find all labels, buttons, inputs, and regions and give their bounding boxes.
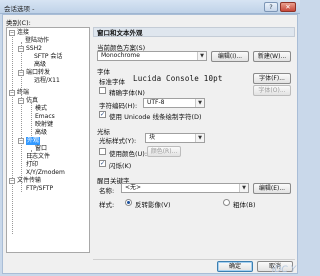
collapse-icon[interactable]: − [9,30,15,36]
keywords-name-value: <无> [125,184,142,191]
tree-item-xyzmodem[interactable]: X/Y/Zmodem [26,169,65,177]
tree-item-port-forwarding[interactable]: 端口转发 [26,69,50,77]
cursor-style-select[interactable]: 块 ▼ [145,133,205,143]
collapse-icon[interactable]: − [18,98,24,104]
encoding-value: UTF-8 [147,99,165,106]
watermark: iDC Y [271,265,296,275]
tree-item-printing[interactable]: 打印 [26,161,38,169]
window-title: 会话选项 - [4,5,35,13]
tree-item-modes[interactable]: 模式 [35,105,47,113]
encoding-label: 字符编码(H): [99,102,138,110]
precise-font-button[interactable]: 字体(O)... [253,85,291,96]
tree-item-log-file[interactable]: 日志文件 [26,153,50,161]
tree-item-ssh2[interactable]: SSH2 [26,45,42,53]
category-label: 类别(C): [6,19,31,27]
precise-font-checkbox[interactable] [99,87,106,94]
title-bar: 会话选项 - ? ✕ [0,0,300,14]
standard-font-label: 标准字体 [99,78,125,86]
category-tree[interactable]: − 连接 登陆动作 − SSH2 SFTP 会话 高级 − 端口转发 远程/X1… [6,27,90,253]
close-button[interactable]: ✕ [280,2,296,12]
use-color-label: 使用颜色(U): [109,150,148,158]
help-button[interactable]: ? [264,2,278,12]
tree-item-appearance[interactable]: 外观 [26,137,41,145]
keywords-style-label: 样式: [99,201,115,209]
ok-button[interactable]: 确定 [217,261,253,272]
reverse-video-radio[interactable] [125,199,132,206]
cursor-style-value: 块 [149,134,156,141]
fonts-group-label: 字体 [97,68,110,76]
tree-item-ftp-sftp[interactable]: FTP/SFTP [26,185,53,193]
tree-item-emulation-advanced[interactable]: 高级 [35,129,47,137]
tree-item-window[interactable]: 窗口 [35,145,47,153]
panel-title: 窗口和文本外观 [93,27,295,37]
use-color-checkbox[interactable] [99,148,106,155]
edit-scheme-button[interactable]: 编辑(I)... [211,51,249,62]
tree-item-file-transfer[interactable]: 文件传输 [17,177,41,185]
tree-item-emulation[interactable]: 仿真 [26,97,38,105]
reverse-video-label: 反转影像(V) [135,201,171,209]
cursor-style-label: 光标样式(Y): [99,137,137,145]
new-scheme-button[interactable]: 新建(W)... [253,51,291,62]
collapse-icon[interactable]: − [18,46,24,52]
collapse-icon[interactable]: − [18,138,24,144]
blink-checkbox[interactable]: ✓ [99,160,106,167]
tree-item-emacs[interactable]: Emacs [35,113,55,121]
unicode-line-label: 使用 Unicode 线条绘制字符(D) [109,113,202,121]
chevron-down-icon: ▼ [195,134,204,142]
tree-item-remote-x11[interactable]: 远程/X11 [34,77,60,85]
tree-item-ssh2-advanced[interactable]: 高级 [34,61,46,69]
bold-radio[interactable] [223,199,230,206]
tree-item-connection[interactable]: 连接 [17,29,29,37]
unicode-line-checkbox[interactable]: ✓ [99,111,106,118]
blink-label: 闪烁(K) [109,162,132,170]
tree-item-terminal[interactable]: 终端 [17,89,29,97]
chevron-down-icon: ▼ [239,184,248,192]
collapse-icon[interactable]: − [9,178,15,184]
standard-font-value: Lucida Console 10pt [133,74,223,83]
color-scheme-select[interactable]: Monochrome ▼ [97,51,207,61]
dialog-body: 类别(C): − 连接 登陆动作 − SSH2 SFTP 会话 高级 − 端口转… [2,14,298,274]
footer-divider [93,259,295,260]
chevron-down-icon: ▼ [197,52,206,60]
font-button[interactable]: 字体(F)... [253,73,291,84]
collapse-icon[interactable]: − [18,70,24,76]
encoding-select[interactable]: UTF-8 ▼ [143,98,205,108]
precise-font-label: 精确字体(N) [109,89,145,97]
bold-label: 粗体(B) [233,201,256,209]
keywords-name-label: 名称: [99,187,115,195]
keywords-name-select[interactable]: <无> ▼ [121,183,249,193]
collapse-icon[interactable]: − [9,90,15,96]
tree-item-sftp-session[interactable]: SFTP 会话 [34,53,62,61]
keywords-edit-button[interactable]: 编辑(E)... [253,183,291,194]
cursor-color-button[interactable]: 颜色(R)... [147,146,181,157]
settings-panel: 窗口和文本外观 当前颜色方案(S) Monochrome ▼ 编辑(I)... … [93,27,295,259]
tree-item-logon-actions[interactable]: 登陆动作 [25,37,49,45]
color-scheme-value: Monochrome [101,52,140,59]
chevron-down-icon: ▼ [195,99,204,107]
tree-guide [12,34,13,234]
tree-item-mapped-keys[interactable]: 映射键 [35,121,53,129]
